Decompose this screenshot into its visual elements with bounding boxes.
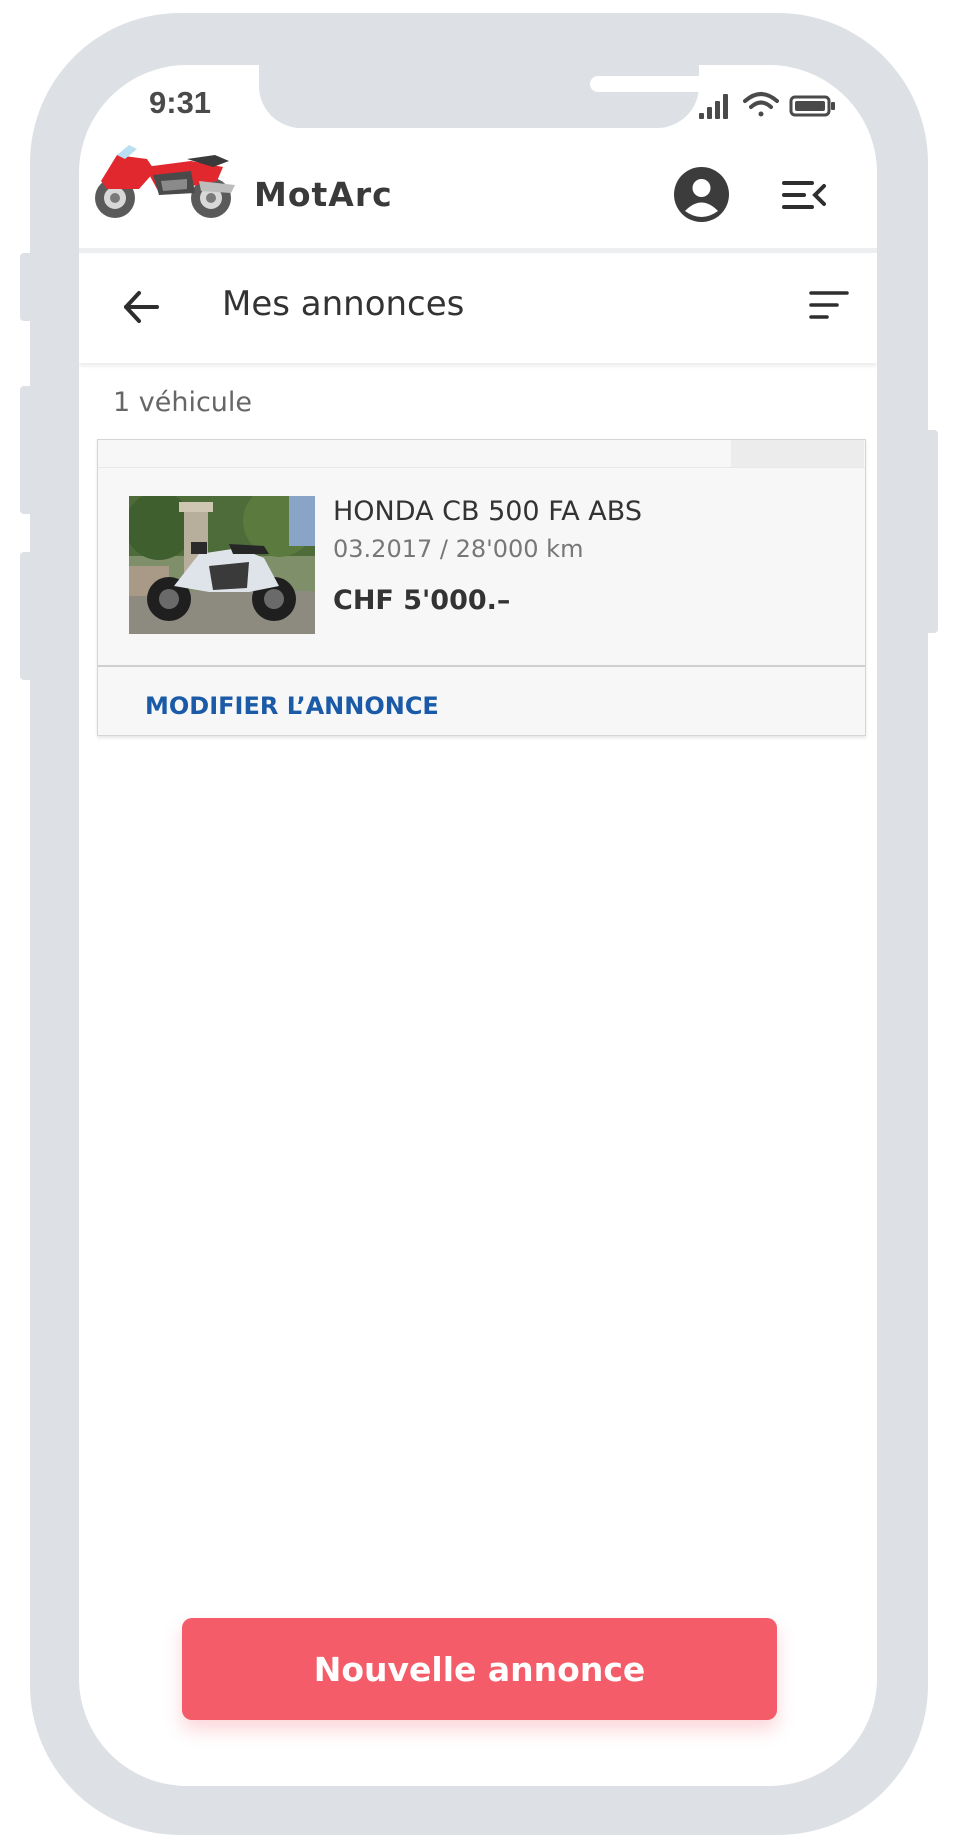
account-circle-icon[interactable] <box>674 167 729 222</box>
phone-screen: 9:31 MotArc Mes annonces 1 véhicule HOND… <box>79 65 877 1786</box>
back-arrow-icon[interactable] <box>121 287 161 327</box>
card-divider <box>98 467 865 468</box>
phone-notch <box>259 65 782 128</box>
page-title: Mes annonces <box>222 284 465 324</box>
vehicle-meta: 03.2017 / 28'000 km <box>333 535 584 563</box>
cellular-signal-icon <box>699 94 728 119</box>
card-tab <box>731 440 864 467</box>
phone-side-button <box>20 552 34 680</box>
status-icons <box>699 92 835 119</box>
phone-side-button <box>924 430 938 633</box>
phone-side-button <box>20 253 34 321</box>
card-actions-divider <box>98 665 865 667</box>
vehicle-thumbnail[interactable] <box>129 496 315 634</box>
edit-listing-link[interactable]: MODIFIER L’ANNONCE <box>145 692 439 720</box>
motorcycle-logo <box>95 145 235 218</box>
results-count: 1 véhicule <box>113 387 253 418</box>
new-listing-button[interactable]: Nouvelle annonce <box>182 1618 777 1720</box>
vehicle-title: HONDA CB 500 FA ABS <box>333 496 642 527</box>
wifi-icon <box>743 92 779 117</box>
page-toolbar: Mes annonces <box>79 253 877 363</box>
phone-side-button <box>20 386 34 514</box>
app-name: MotArc <box>254 175 393 214</box>
status-time: 9:31 <box>149 85 212 120</box>
listing-card[interactable]: HONDA CB 500 FA ABS 03.2017 / 28'000 km … <box>97 439 866 736</box>
vehicle-price: CHF 5'000.– <box>333 585 511 616</box>
battery-icon <box>789 95 835 117</box>
menu-collapse-icon[interactable] <box>782 180 826 210</box>
sort-icon[interactable] <box>809 289 849 323</box>
